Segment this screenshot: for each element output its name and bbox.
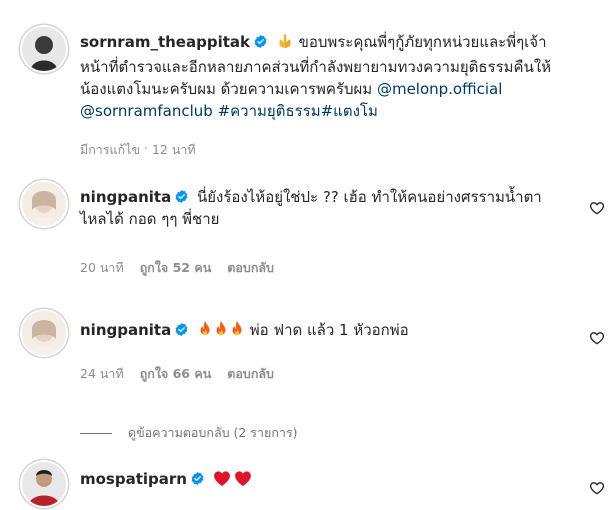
comment-meta: 24 นาที ถูกใจ 66 คน ตอบกลับ — [80, 364, 274, 384]
comment-body: mospatiparn — [80, 468, 581, 493]
mention-link[interactable]: @sornramfanclub — [80, 102, 213, 120]
comment-text-line2: ไหลได้ กอด ๆๆ พี่ชาย — [80, 210, 220, 228]
comment-username[interactable]: ningpanita — [80, 321, 171, 339]
edited-label: มีการแก้ไข — [80, 142, 140, 157]
heart-outline-icon[interactable] — [589, 200, 605, 216]
red-heart-emoji — [234, 470, 252, 493]
comment-likes[interactable]: ถูกใจ 52 คน — [140, 258, 212, 278]
comment-username[interactable]: ningpanita — [80, 188, 171, 206]
comment-time[interactable]: 20 นาที — [80, 258, 124, 278]
comment-body: ningpanita นี่ยังร้องไห้อยู่ใช่ปะ ?? เฮ้… — [80, 186, 581, 230]
verified-badge-icon — [174, 189, 189, 204]
heart-outline-icon[interactable] — [589, 330, 605, 346]
comment-text-line1: นี่ยังร้องไห้อยู่ใช่ปะ ?? เฮ้อ ทำให้คนอย… — [197, 188, 542, 206]
comment-avatar[interactable] — [22, 182, 66, 226]
view-replies-button[interactable]: ดูข้อความตอบกลับ (2 รายการ) — [80, 423, 298, 443]
reply-button[interactable]: ตอบกลับ — [227, 258, 274, 278]
reply-button[interactable]: ตอบกลับ — [227, 364, 274, 384]
fire-emoji — [229, 320, 245, 344]
comment-meta: 20 นาที ถูกใจ 52 คน ตอบกลับ — [80, 258, 274, 278]
divider-line — [80, 432, 112, 434]
verified-badge-icon — [253, 34, 268, 49]
comment-likes[interactable]: ถูกใจ 66 คน — [140, 364, 212, 384]
post-caption-line3: น้องแตงโมนะครับผม ด้วยความเคารพครับผม — [80, 80, 373, 98]
post-caption-line2: หน้าที่ตำรวจและอีกหลายภาคส่วนที่กำลังพยา… — [80, 58, 552, 76]
hashtag-link[interactable]: #ความยุติธรรม#แตงโม — [218, 102, 378, 120]
fire-emoji — [213, 320, 229, 344]
verified-badge-icon — [174, 322, 189, 337]
fire-emoji — [197, 320, 213, 344]
red-heart-emoji — [213, 470, 231, 493]
post-author-avatar[interactable] — [22, 27, 66, 71]
heart-outline-icon[interactable] — [589, 480, 605, 496]
view-replies-label: ดูข้อความตอบกลับ (2 รายการ) — [128, 425, 298, 440]
post-caption-line1: ขอบพระคุณพี่ๆกู้ภัยทุกหน่วยและพี่ๆเจ้า — [298, 33, 547, 51]
comment-text-line1: พ่อ ฟาด แล้ว 1 หัวอกพ่อ — [249, 321, 409, 339]
mention-link[interactable]: @melonp.official — [377, 80, 502, 98]
comment-avatar[interactable] — [22, 311, 66, 355]
post-author-username[interactable]: sornram_theappitak — [80, 33, 250, 51]
verified-badge-icon — [190, 471, 205, 486]
post-time[interactable]: 12 นาที — [152, 140, 196, 160]
comment-username[interactable]: mospatiparn — [80, 470, 187, 488]
comment-time[interactable]: 24 นาที — [80, 364, 124, 384]
comment-avatar[interactable] — [22, 462, 66, 506]
comment-body: ningpanita พ่อ ฟาด แล้ว 1 หัวอกพ่อ — [80, 319, 581, 344]
folded-hands-emoji — [276, 32, 294, 56]
post-caption: sornram_theappitak ขอบพระคุณพี่ๆกู้ภัยทุ… — [80, 31, 581, 122]
post-meta: มีการแก้ไข · 12 นาที — [80, 140, 196, 160]
